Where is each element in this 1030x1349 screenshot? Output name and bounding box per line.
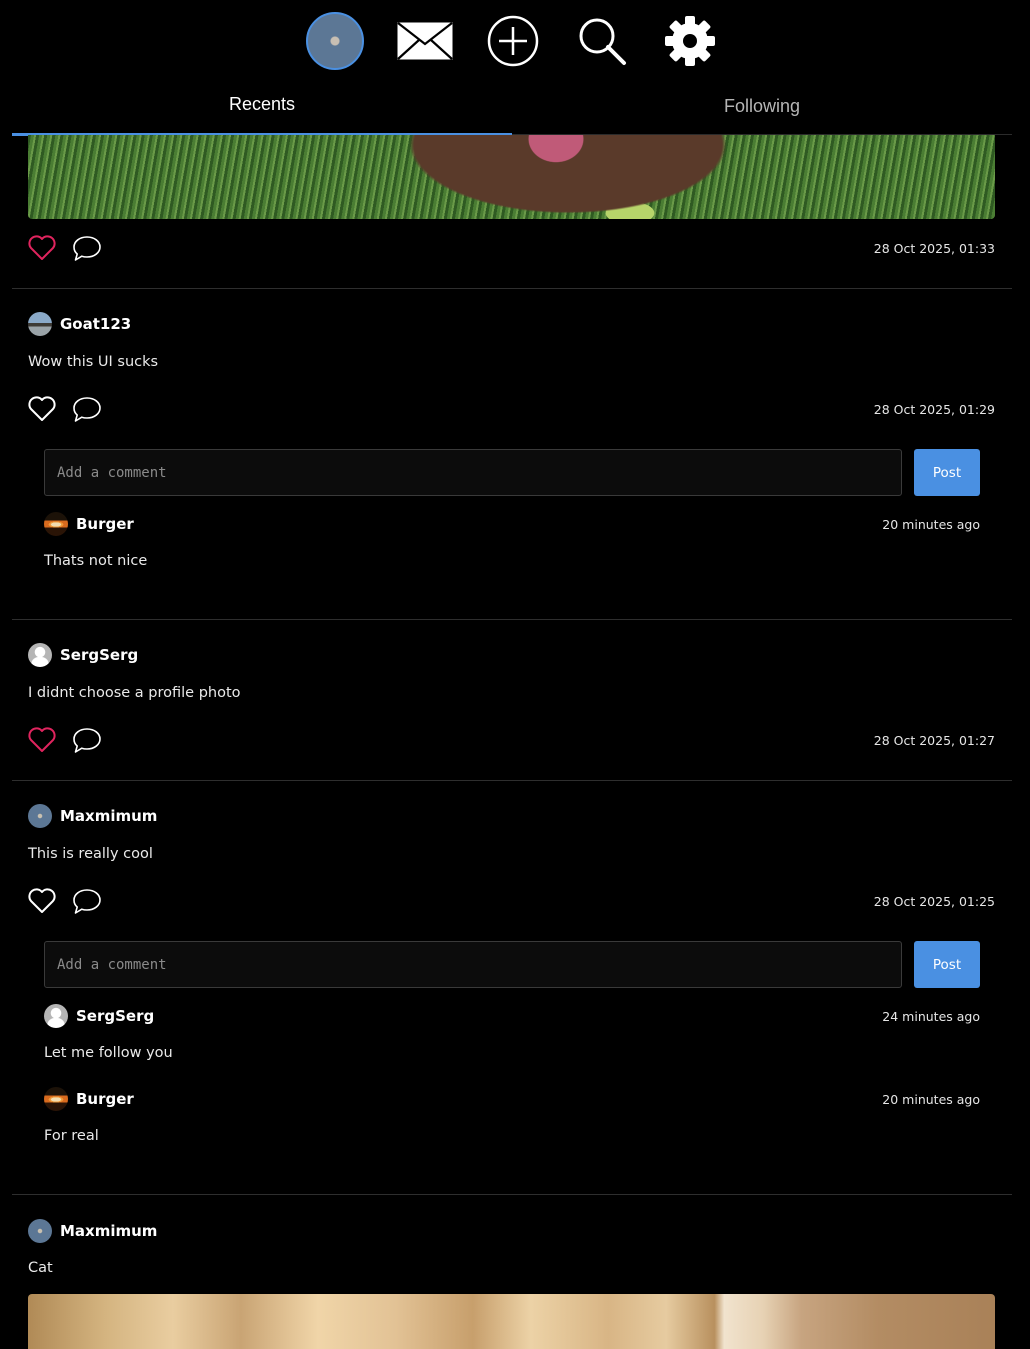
tab-following[interactable]: Following xyxy=(512,84,1012,134)
post-divider xyxy=(12,780,1012,781)
comment-input[interactable] xyxy=(44,449,902,496)
heart-icon-liked[interactable] xyxy=(28,727,56,753)
post-comment-button[interactable]: Post xyxy=(914,449,980,496)
post-timestamp: 28 Oct 2025, 01:29 xyxy=(873,402,995,417)
post-actions: 28 Oct 2025, 01:27 xyxy=(28,725,995,757)
comment-author: SergSerg 24 minutes ago xyxy=(44,1004,980,1030)
post-text: I didnt choose a profile photo xyxy=(28,685,241,701)
post-divider xyxy=(12,1194,1012,1195)
post-actions: 28 Oct 2025, 01:29 xyxy=(28,394,995,426)
post-divider xyxy=(12,288,1012,289)
username[interactable]: Maxmimum xyxy=(60,1222,157,1240)
username[interactable]: Burger xyxy=(76,515,134,533)
post-actions: 28 Oct 2025, 01:25 xyxy=(28,886,995,918)
post-timestamp: 28 Oct 2025, 01:33 xyxy=(873,241,995,256)
comment-input[interactable] xyxy=(44,941,902,988)
username[interactable]: Maxmimum xyxy=(60,807,157,825)
search-icon[interactable] xyxy=(577,16,627,66)
avatar[interactable] xyxy=(44,1004,68,1028)
post-text: Wow this UI sucks xyxy=(28,354,159,370)
avatar[interactable] xyxy=(44,1087,68,1111)
avatar[interactable] xyxy=(28,804,52,828)
post-actions: 28 Oct 2025, 01:33 xyxy=(28,233,995,265)
feed-tabs: Recents Following xyxy=(12,84,1012,136)
settings-icon[interactable] xyxy=(664,15,716,67)
profile-avatar[interactable] xyxy=(306,12,364,70)
username[interactable]: SergSerg xyxy=(60,646,138,664)
comment-form: Post xyxy=(44,449,980,496)
mail-icon[interactable] xyxy=(397,22,453,60)
heart-icon-liked[interactable] xyxy=(28,235,56,261)
post-author: Goat123 xyxy=(28,312,328,338)
post-author: Maxmimum xyxy=(28,1219,328,1245)
comment-author: Burger 20 minutes ago xyxy=(44,1087,980,1113)
comment-form: Post xyxy=(44,941,980,988)
comment-text: Let me follow you xyxy=(44,1045,173,1061)
comment-bubble-icon[interactable] xyxy=(72,234,102,262)
comment-bubble-icon[interactable] xyxy=(72,726,102,754)
comment-timestamp: 20 minutes ago xyxy=(882,517,980,532)
avatar[interactable] xyxy=(28,1219,52,1243)
comment-author: Burger 20 minutes ago xyxy=(44,512,980,538)
username[interactable]: Burger xyxy=(76,1090,134,1108)
comment-bubble-icon[interactable] xyxy=(72,887,102,915)
username[interactable]: SergSerg xyxy=(76,1007,154,1025)
avatar[interactable] xyxy=(28,312,52,336)
avatar[interactable] xyxy=(28,643,52,667)
comment-text: Thats not nice xyxy=(44,553,148,569)
comment-text: For real xyxy=(44,1128,99,1144)
username[interactable]: Goat123 xyxy=(60,315,131,333)
comment-timestamp: 20 minutes ago xyxy=(882,1092,980,1107)
post-timestamp: 28 Oct 2025, 01:27 xyxy=(873,733,995,748)
post-text: Cat xyxy=(28,1260,53,1276)
tab-recents[interactable]: Recents xyxy=(12,84,512,136)
post-image-dog[interactable] xyxy=(28,135,995,219)
heart-icon[interactable] xyxy=(28,396,56,422)
post-divider xyxy=(12,619,1012,620)
post-text: This is really cool xyxy=(28,846,153,862)
post-author: SergSerg xyxy=(28,643,328,669)
heart-icon[interactable] xyxy=(28,888,56,914)
post-comment-button[interactable]: Post xyxy=(914,941,980,988)
post-image-cat[interactable] xyxy=(28,1294,995,1349)
top-nav xyxy=(0,0,1030,84)
create-post-icon[interactable] xyxy=(487,15,539,67)
feed: 28 Oct 2025, 01:33 Goat123 Wow this UI s… xyxy=(0,135,1030,1349)
avatar[interactable] xyxy=(44,512,68,536)
post-author: Maxmimum xyxy=(28,804,328,830)
comment-bubble-icon[interactable] xyxy=(72,395,102,423)
post-timestamp: 28 Oct 2025, 01:25 xyxy=(873,894,995,909)
comment-timestamp: 24 minutes ago xyxy=(882,1009,980,1024)
